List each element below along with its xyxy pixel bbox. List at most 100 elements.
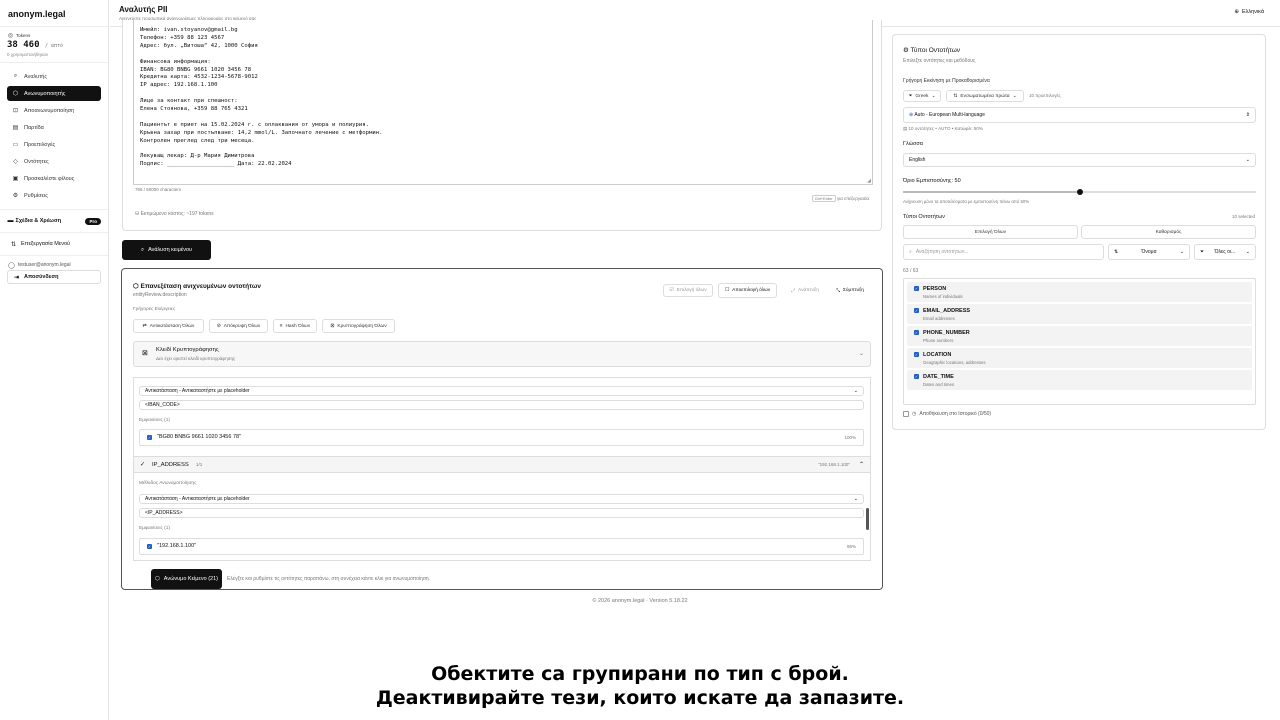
text-line: Пациентът е приет на 15.02.2024 г. с опл… xyxy=(140,121,370,128)
iban-occurrences-label: Εμφανίσεις (1) xyxy=(139,418,170,423)
check-icon[interactable]: ✓ xyxy=(140,461,145,468)
shield-icon: ⬡ xyxy=(133,283,139,290)
select-all-entities-button[interactable]: Επιλογή Όλων xyxy=(903,225,1078,239)
deselect-all-button[interactable]: ☐ Αποεπιλογή όλων xyxy=(718,283,777,298)
sidebar-item-batch[interactable]: ▤ Παρτίδα xyxy=(7,120,101,135)
language-filter-button[interactable]: ⏷ Greek ⌄ xyxy=(903,90,941,102)
sort-filter-button[interactable]: ⇅ Ενσωματωμένα πρώτα ⌄ xyxy=(946,90,1024,102)
entity-item-datetime[interactable]: ✓ DATE_TIME Dates and times xyxy=(907,370,1252,390)
occurrence-checkbox[interactable]: ✓ xyxy=(147,544,152,549)
entity-checkbox[interactable]: ✓ xyxy=(914,352,919,357)
estimated-cost: Εκτιμώμενο κόστος: ~197 tokens xyxy=(140,211,214,217)
entity-checkbox[interactable]: ✓ xyxy=(914,374,919,379)
sidebar-item-invite[interactable]: ▣ Προσκαλέστε φίλους xyxy=(7,171,101,186)
entity-search-input[interactable]: ⌕ Αναζήτηση οντοτήτων... xyxy=(903,244,1104,260)
text-line: Елена Стоянова, +359 88 765 4321 xyxy=(140,106,248,113)
card-icon: ▬ xyxy=(7,218,14,224)
review-title: Επανεξέταση ανιχνευμένων οντοτήτων xyxy=(140,283,261,290)
ip-address-group-header[interactable]: ✓ IP_ADDRESS 1/1 "192.168.1.100" ⌃ xyxy=(134,456,870,473)
chevron-down-icon: ⌄ xyxy=(1245,157,1250,163)
page-title: Αναλυτής PII xyxy=(119,5,168,14)
ip-method-select[interactable]: Αντικατάσταση - Αντικαταστήστε με placeh… xyxy=(139,494,864,504)
sidebar-item-presets[interactable]: ▭ Προεπιλογές xyxy=(7,137,101,152)
preset-select[interactable]: ⊕ Auto - European Multi-language ⇕ xyxy=(903,107,1256,123)
text-line: Контролен преглед след три месеца. xyxy=(140,137,255,144)
sidebar-item-analyzer[interactable]: ⌕ Αναλυτής xyxy=(7,69,101,84)
user-icon: ◯ xyxy=(8,262,15,269)
select-all-button[interactable]: ☑ Επιλογή όλων xyxy=(663,284,713,297)
gift-icon: ▣ xyxy=(12,176,19,182)
logout-icon: ⇥ xyxy=(13,274,20,281)
ip-placeholder-input[interactable]: <IP_ADDRESS> xyxy=(139,508,864,518)
sort-select[interactable]: ⇅ Όνομα ⌄ xyxy=(1108,244,1190,260)
chevron-up-icon[interactable]: ⌃ xyxy=(859,461,864,468)
scrollbar-thumb[interactable] xyxy=(866,508,869,530)
anonymize-text-button[interactable]: ⬡ Ανώνυμο Κείμενο (21) xyxy=(151,569,222,589)
slider-thumb[interactable] xyxy=(1076,189,1083,195)
entity-checkbox[interactable]: ✓ xyxy=(914,286,919,291)
app-logo[interactable]: anonym.legal xyxy=(0,0,108,27)
chevron-down-icon[interactable]: ⌄ xyxy=(859,350,864,357)
encryption-key-section[interactable]: ⊠ Κλειδί Κρυπτογράφησης Δεν έχει οριστεί… xyxy=(133,341,871,367)
entity-item-email[interactable]: ✓ EMAIL_ADDRESS Email addresses xyxy=(907,304,1252,324)
language-switcher[interactable]: ⊕ Ελληνικά xyxy=(1234,9,1264,15)
quick-actions-label: Γρήγορες Ενέργειες xyxy=(133,307,176,312)
ip-occurrence-row[interactable]: ✓ "192.168.1.100" 95% xyxy=(139,538,864,555)
entity-types-panel: ⚙ Τύποι Οντοτήτων Επιλέξτε οντότητες και… xyxy=(892,34,1266,430)
encrypt-all-button[interactable]: ⊠ Κρυπτογράφηση Όλων xyxy=(322,319,395,333)
entity-item-location[interactable]: ✓ LOCATION Geographic locations, addresses xyxy=(907,348,1252,368)
encryption-key-title: Κλειδί Κρυπτογράφησης xyxy=(156,347,219,353)
sidebar: anonym.legal ◎ Tokens 38 460 / απτό 0 χρη… xyxy=(0,0,109,720)
replace-all-button[interactable]: ⇄ Αντικατάσταση Όλων xyxy=(133,319,204,333)
expand-icon: ⤢ xyxy=(791,288,795,294)
iban-occurrence-row[interactable]: ✓ "BG80 BNBG 9661 1020 3456 78" 100% xyxy=(139,429,864,446)
confidence-slider[interactable] xyxy=(903,189,1256,195)
text-line xyxy=(140,51,866,59)
checkbox[interactable] xyxy=(903,411,909,417)
text-line: Лекуващ лекар: Д-р Мария Димитрова xyxy=(140,153,255,160)
entity-list: ✓ PERSON Names of individuals ✓ EMAIL_ADDRE… xyxy=(903,278,1256,405)
analyze-text-button[interactable]: ⌕ Ανάλυση κειμένου xyxy=(122,240,211,260)
entity-group-list: Αντικατάσταση - Αντικαταστήστε με placeh… xyxy=(133,377,871,561)
save-history-toggle[interactable]: ◷ Αποθήκευση στο Ιστορικό (0/50) xyxy=(903,411,991,417)
edit-menu-button[interactable]: ⇅ Επεξεργασία Μενού xyxy=(7,237,101,251)
chevron-down-icon: ⌄ xyxy=(853,496,858,502)
entity-item-person[interactable]: ✓ PERSON Names of individuals xyxy=(907,282,1252,302)
shield-icon: ⬡ xyxy=(12,91,19,97)
iban-method-select[interactable]: Αντικατάσταση - Αντικαταστήστε με placeh… xyxy=(139,386,864,396)
entity-item-phone[interactable]: ✓ PHONE_NUMBER Phone numbers xyxy=(907,326,1252,346)
entity-checkbox[interactable]: ✓ xyxy=(914,330,919,335)
sliders-icon: ⇅ xyxy=(10,241,17,248)
redact-all-button[interactable]: ⊘ Απόκρυψη Όλων xyxy=(209,319,268,333)
hash-all-button[interactable]: # Hash Όλων xyxy=(273,319,317,333)
search-icon: ⌕ xyxy=(13,73,18,79)
text-line xyxy=(140,146,866,154)
clear-entities-button[interactable]: Καθαρισμός xyxy=(1081,225,1256,239)
category-filter-select[interactable]: ⏷ Όλες οι... ⌄ xyxy=(1194,244,1256,260)
text-line: Кредитна карта: 4532-1234-5678-9012 xyxy=(140,74,258,81)
text-line: Телефон: +359 88 123 4567 xyxy=(140,34,225,41)
entity-checkbox[interactable]: ✓ xyxy=(914,308,919,313)
replace-icon: ⇄ xyxy=(142,323,147,329)
gear-icon: ⚙ xyxy=(12,193,19,199)
text-line xyxy=(140,114,866,122)
user-email: ◯ testuser@anonym.legal xyxy=(8,262,71,269)
resize-handle[interactable]: ◢ xyxy=(867,178,871,184)
logout-button[interactable]: ⇥ Αποσύνδεση xyxy=(7,270,101,284)
text-line: Имейл: ivan.stoyanov@gmail.bg xyxy=(140,27,238,33)
check-square-icon: ☑ xyxy=(669,288,674,293)
expand-button[interactable]: ⤢ Ανάπτυξη xyxy=(783,284,827,297)
language-select[interactable]: English ⌄ xyxy=(903,153,1256,167)
text-input[interactable]: Имейл: ivan.stoyanov@gmail.bg Телефон: +3… xyxy=(133,20,873,185)
sidebar-item-deanonymize[interactable]: ⊡ Αποανωνυμοποίηση xyxy=(7,103,101,118)
occurrence-checkbox[interactable]: ✓ xyxy=(147,435,152,440)
collapse-button[interactable]: ⤡ Σύμπτυξη xyxy=(828,284,872,297)
char-count: 765 / 50000 characters xyxy=(135,187,182,192)
globe-icon: ⊕ xyxy=(909,112,914,118)
sidebar-item-anonymizer[interactable]: ⬡ Ανωνυμοποιητής xyxy=(7,86,101,101)
sidebar-item-settings[interactable]: ⚙ Ρυθμίσεις xyxy=(7,188,101,203)
iban-placeholder-input[interactable]: <IBAN_CODE> xyxy=(139,400,864,410)
filter-icon: ⏷ xyxy=(908,94,913,99)
plans-billing-link[interactable]: ▬ Σχέδια & Χρέωση Pro xyxy=(7,214,101,228)
sidebar-item-entities[interactable]: ◇ Οντότητες xyxy=(7,154,101,169)
